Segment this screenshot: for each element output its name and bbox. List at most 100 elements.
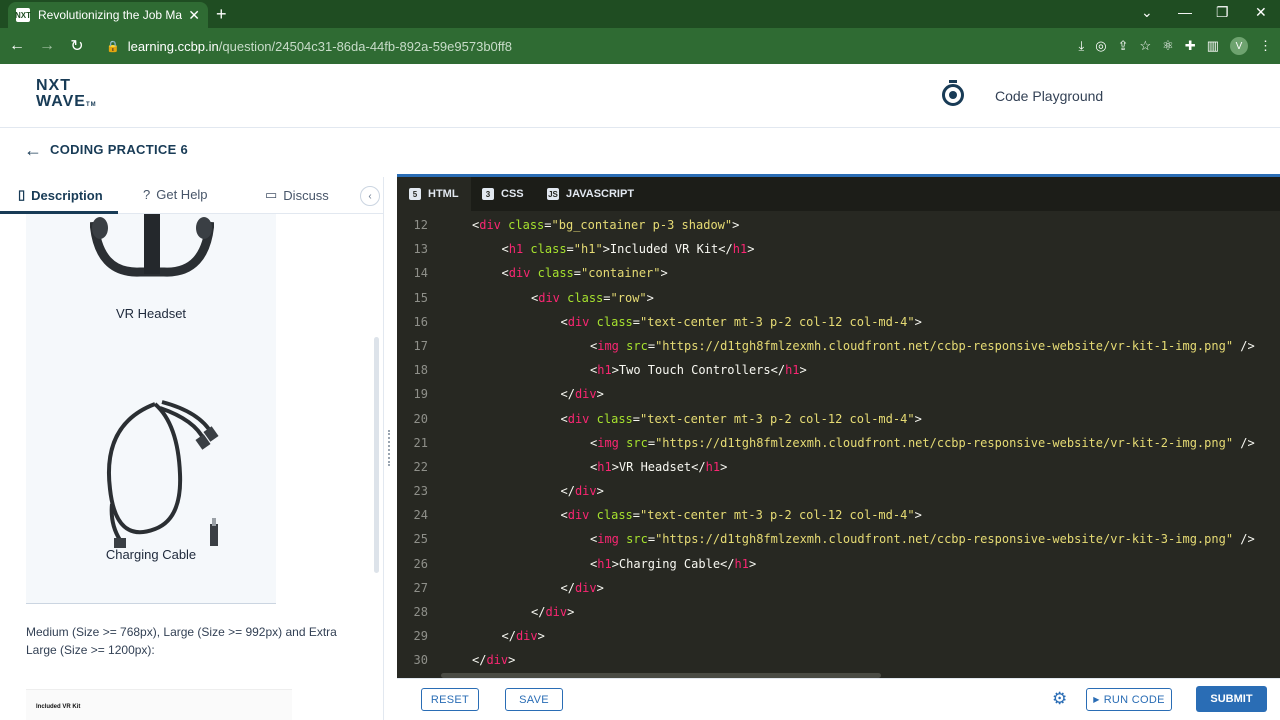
practice-titlebar: ← CODING PRACTICE 6: [0, 128, 1280, 174]
code-editor[interactable]: 5 HTML 3 CSS JS JAVASCRIPT 12 <div class=…: [397, 177, 1280, 678]
maximize-icon[interactable]: ❐: [1216, 4, 1229, 21]
line-number: 15: [413, 290, 428, 305]
code-lines[interactable]: 12 <div class="bg_container p-3 shadow"> 1…: [397, 213, 1280, 678]
code-text: <div class="text-center mt-3 p-2 col-12 …: [560, 314, 922, 329]
tab-javascript[interactable]: JS JAVASCRIPT: [535, 177, 646, 211]
code-line[interactable]: 14 <div class="container">: [397, 261, 1280, 285]
browser-toolbar: ⤓ ◎ ⇪ ☆ ⚛ ✚ ▥ V ⋮: [1078, 28, 1272, 64]
url-field[interactable]: 🔒 learning.ccbp.in /question/24504c31-86…: [106, 39, 512, 54]
code-line[interactable]: 15 <div class="row">: [397, 286, 1280, 310]
minimize-icon[interactable]: —: [1178, 4, 1192, 20]
code-line[interactable]: 27 </div>: [397, 576, 1280, 600]
left-pane-scrollbar[interactable]: [374, 337, 379, 573]
browser-tab-title: Revolutionizing the Job Market |: [38, 8, 183, 22]
html5-icon: 5: [409, 188, 421, 200]
side-panel-icon[interactable]: ▥: [1207, 38, 1219, 54]
left-pane: ▯ Description ? Get Help ▭ Discuss ‹ VR …: [0, 177, 384, 720]
site-favicon-icon: NXT: [15, 8, 31, 22]
mini-preview-image: Included VR Kit: [26, 689, 292, 720]
code-text: <img src="https://d1tgh8fmlzexmh.cloudfr…: [590, 532, 1255, 547]
browser-tab[interactable]: NXT Revolutionizing the Job Market | ✕: [8, 2, 208, 28]
code-text: <h1>Two Touch Controllers</h1>: [590, 363, 807, 378]
code-text: </div>: [560, 484, 604, 499]
profile-avatar[interactable]: V: [1230, 37, 1248, 55]
reset-button[interactable]: RESET: [421, 688, 479, 711]
reload-icon[interactable]: ↻: [64, 36, 90, 56]
line-number: 26: [413, 556, 428, 571]
code-line[interactable]: 22 <h1>VR Headset</h1>: [397, 455, 1280, 479]
back-arrow-icon[interactable]: ←: [24, 140, 42, 161]
code-line[interactable]: 19 </div>: [397, 382, 1280, 406]
line-number: 29: [413, 629, 428, 644]
back-arrow-icon[interactable]: ←: [4, 37, 30, 55]
window-close-icon[interactable]: ✕: [1255, 4, 1267, 21]
pane-resize-handle[interactable]: [388, 430, 392, 466]
line-number: 22: [413, 459, 428, 474]
play-icon: ▶: [1093, 695, 1100, 704]
code-text: </div>: [501, 629, 545, 644]
react-devtools-icon[interactable]: ⚛: [1162, 38, 1174, 54]
install-app-icon[interactable]: ⤓: [1078, 38, 1084, 54]
settings-gear-icon[interactable]: ⚙: [1052, 689, 1067, 709]
extensions-puzzle-icon[interactable]: ✚: [1185, 38, 1196, 54]
code-line[interactable]: 16 <div class="text-center mt-3 p-2 col-1…: [397, 310, 1280, 334]
tab-close-icon[interactable]: ✕: [188, 7, 200, 24]
code-line[interactable]: 30 </div>: [397, 648, 1280, 672]
code-line[interactable]: 12 <div class="bg_container p-3 shadow">: [397, 213, 1280, 237]
line-number: 14: [413, 266, 428, 281]
description-text: Medium (Size >= 768px), Large (Size >= 9…: [26, 625, 337, 657]
line-number: 20: [413, 411, 428, 426]
nxtwave-logo[interactable]: NXT WAVETM: [36, 78, 102, 114]
submit-button[interactable]: SUBMIT: [1196, 686, 1267, 712]
new-tab-icon[interactable]: +: [216, 4, 227, 25]
code-text: <div class="row">: [531, 290, 654, 305]
tab-search-chevron-icon[interactable]: ⌄: [1141, 4, 1153, 21]
code-line[interactable]: 21 <img src="https://d1tgh8fmlzexmh.cloud…: [397, 431, 1280, 455]
code-text: </div>: [560, 580, 604, 595]
code-line[interactable]: 24 <div class="text-center mt-3 p-2 col-1…: [397, 503, 1280, 527]
code-text: </div>: [531, 605, 575, 619]
address-bar: ← → ↻ 🔒 learning.ccbp.in /question/24504…: [0, 28, 1280, 64]
forward-arrow-icon[interactable]: →: [34, 37, 60, 55]
item-caption-vr-headset: VR Headset: [115, 306, 187, 321]
tab-get-help[interactable]: ? Get Help: [143, 187, 208, 202]
line-number: 24: [413, 508, 428, 523]
line-number: 25: [413, 532, 428, 547]
code-line[interactable]: 26 <h1>Charging Cable</h1>: [397, 552, 1280, 576]
tab-css[interactable]: 3 CSS: [470, 177, 536, 211]
code-line[interactable]: 29 </div>: [397, 624, 1280, 648]
code-line[interactable]: 13 <h1 class="h1">Included VR Kit</h1>: [397, 237, 1280, 261]
tab-discuss[interactable]: ▭ Discuss: [265, 187, 329, 203]
lock-icon: 🔒: [106, 40, 120, 53]
code-text: <div class="bg_container p-3 shadow">: [472, 218, 740, 232]
chat-bubble-icon: ▭: [265, 187, 278, 202]
mini-preview-title: Included VR Kit: [36, 704, 81, 710]
timer-icon[interactable]: [942, 80, 964, 106]
visibility-icon[interactable]: ◎: [1095, 38, 1106, 54]
code-text: <h1 class="h1">Included VR Kit</h1>: [501, 242, 755, 257]
code-line[interactable]: 25 <img src="https://d1tgh8fmlzexmh.cloud…: [397, 527, 1280, 551]
code-line[interactable]: 18 <h1>Two Touch Controllers</h1>: [397, 358, 1280, 382]
collapse-pane-button[interactable]: ‹: [360, 186, 380, 206]
bookmark-star-icon[interactable]: ☆: [1139, 38, 1151, 54]
tab-html[interactable]: 5 HTML: [397, 177, 471, 211]
code-text: <h1>Charging Cable</h1>: [590, 556, 757, 571]
code-line[interactable]: 20 <div class="text-center mt-3 p-2 col-1…: [397, 407, 1280, 431]
code-playground-link[interactable]: Code Playground: [995, 88, 1103, 104]
browser-menu-icon[interactable]: ⋮: [1259, 38, 1272, 54]
save-button[interactable]: SAVE: [505, 688, 563, 711]
editor-tabs: 5 HTML 3 CSS JS JAVASCRIPT: [397, 177, 1280, 211]
left-tabs: ▯ Description ? Get Help ▭ Discuss ‹: [0, 177, 384, 214]
code-line[interactable]: 23 </div>: [397, 479, 1280, 503]
run-code-button[interactable]: ▶ RUN CODE: [1086, 688, 1172, 711]
help-circle-icon: ?: [143, 187, 151, 202]
tab-description[interactable]: ▯ Description: [18, 187, 103, 203]
code-text: <img src="https://d1tgh8fmlzexmh.cloudfr…: [590, 338, 1255, 353]
url-path: /question/24504c31-86da-44fb-892a-59e957…: [218, 38, 512, 54]
code-line[interactable]: 17 <img src="https://d1tgh8fmlzexmh.cloud…: [397, 334, 1280, 358]
editor-action-bar: RESET SAVE ⚙ ▶ RUN CODE SUBMIT: [397, 678, 1280, 720]
code-line[interactable]: 28 </div>: [397, 600, 1280, 624]
line-number: 21: [413, 435, 428, 450]
share-icon[interactable]: ⇪: [1118, 38, 1129, 54]
code-text: <div class="text-center mt-3 p-2 col-12 …: [560, 508, 922, 523]
